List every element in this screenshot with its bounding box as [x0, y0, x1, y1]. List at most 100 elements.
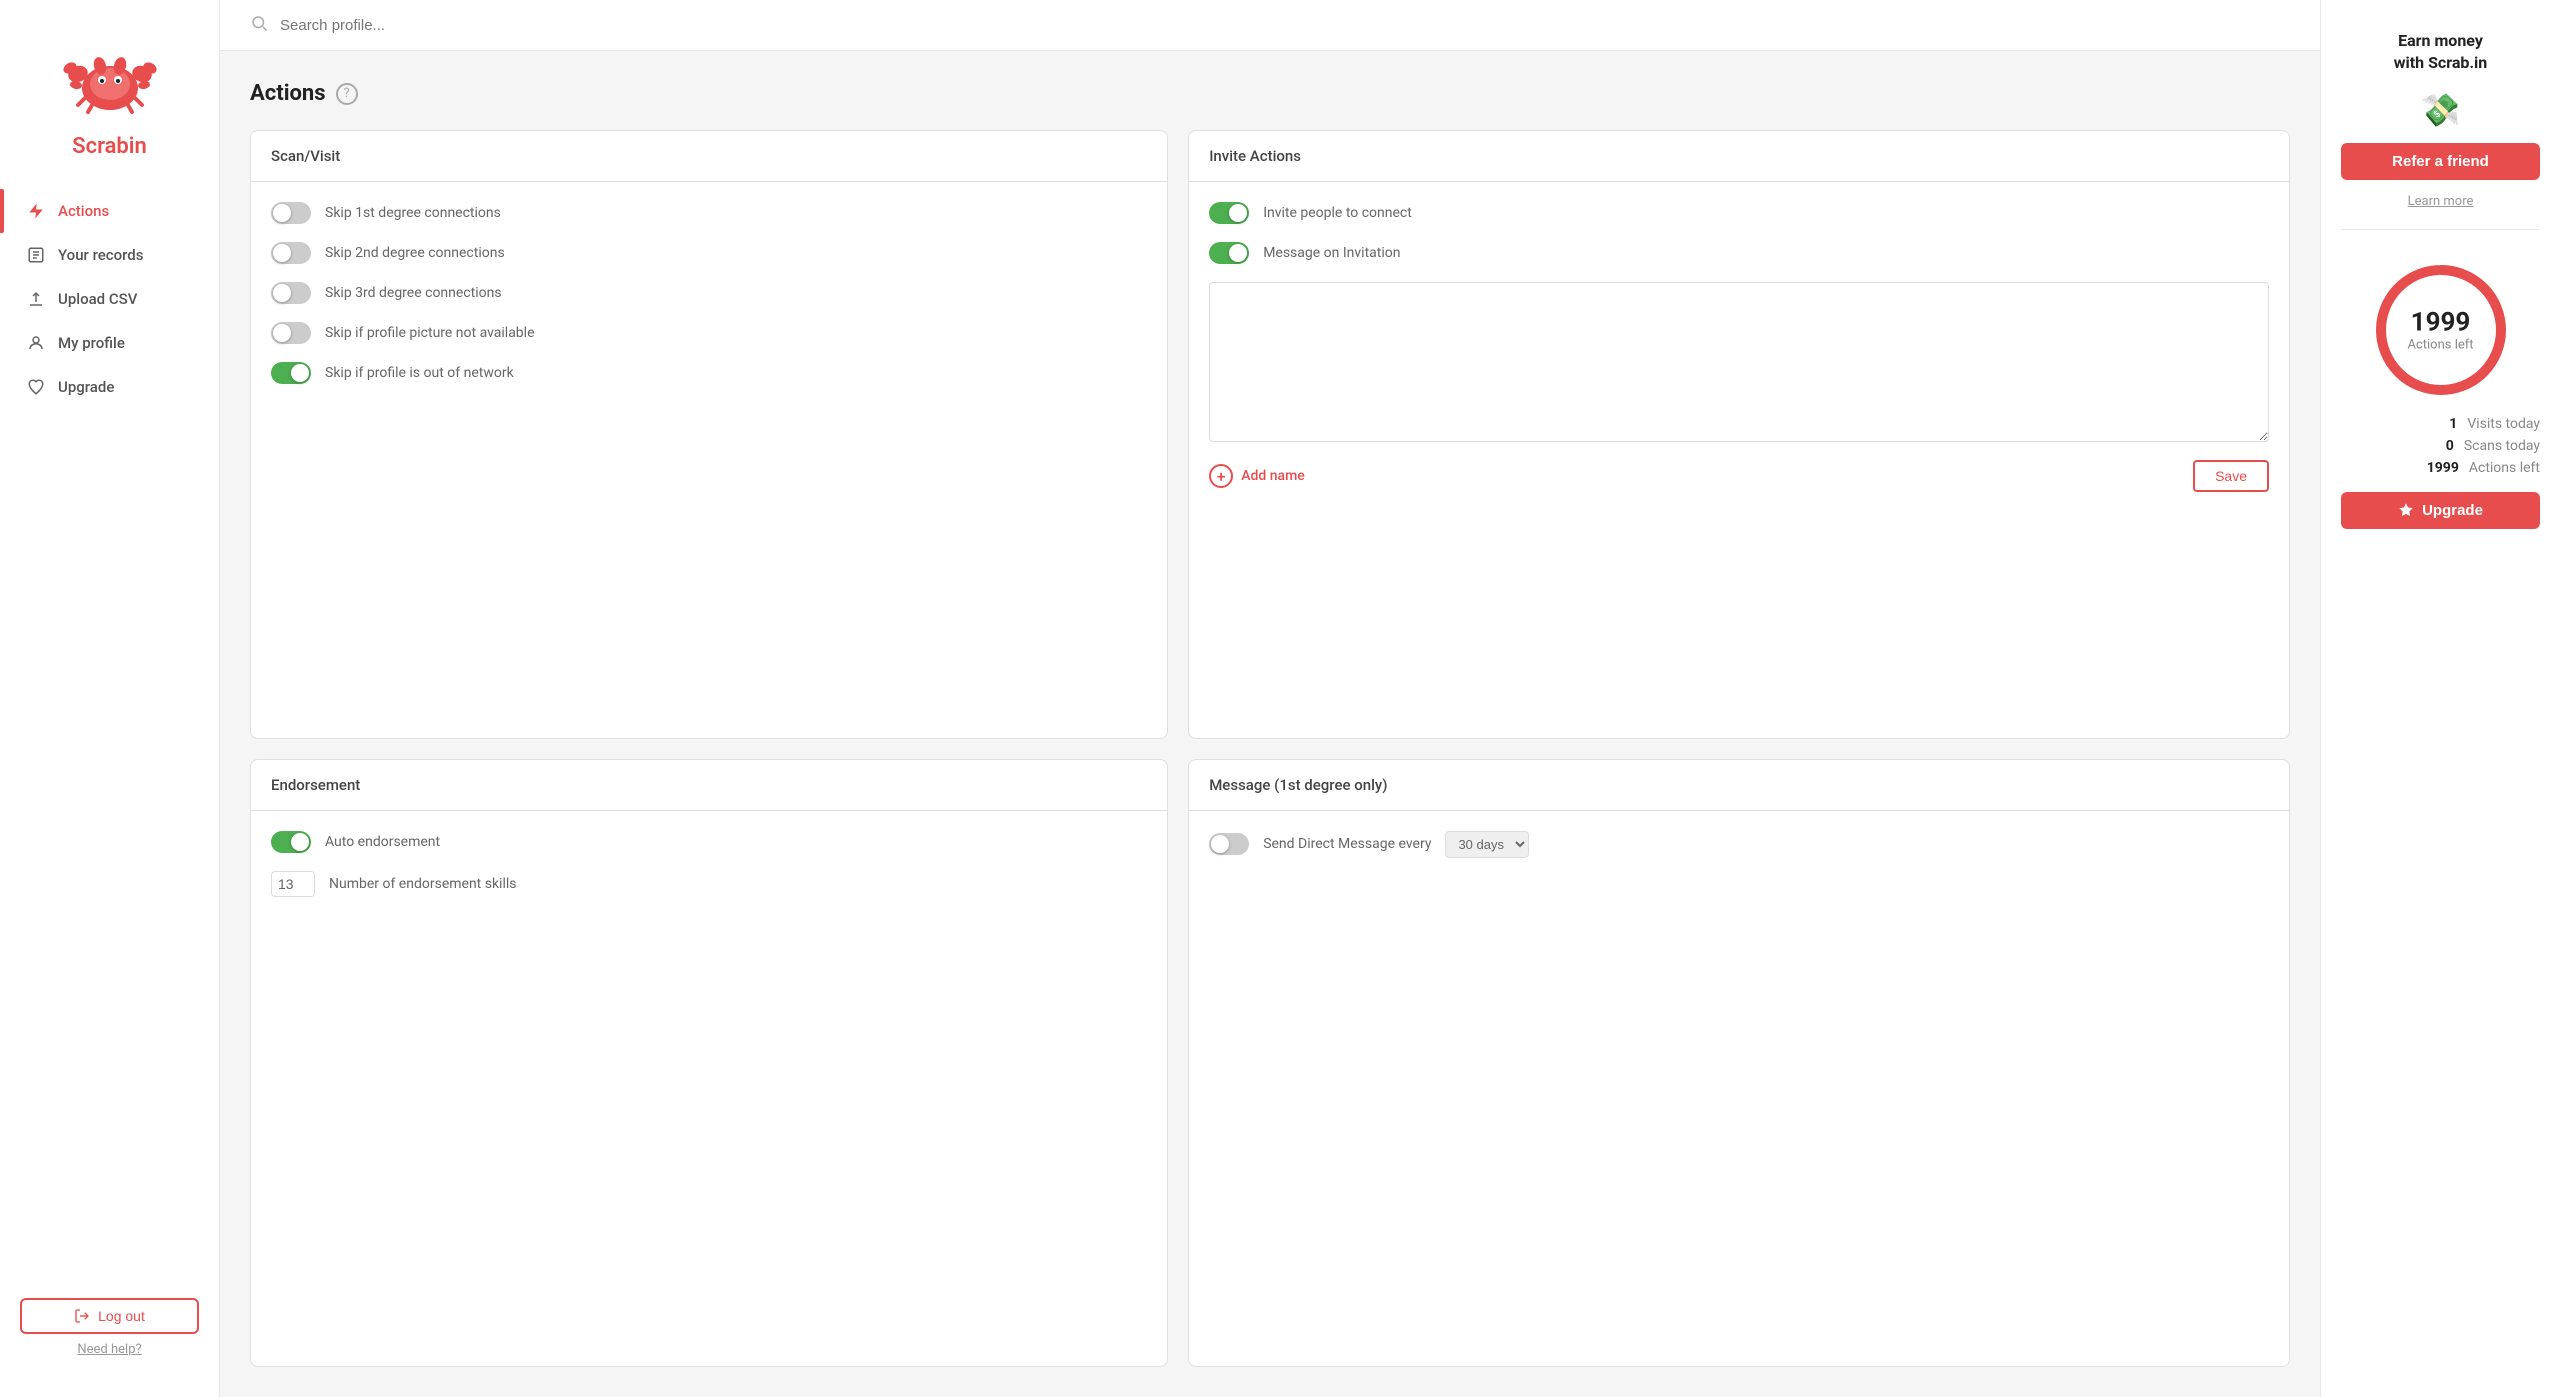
learn-more-link[interactable]: Learn more — [2408, 194, 2474, 209]
search-bar — [220, 0, 2320, 51]
sidebar-item-upgrade[interactable]: Upgrade — [10, 365, 209, 409]
visits-value: 1 — [2417, 416, 2457, 432]
sidebar-label-upgrade: Upgrade — [58, 378, 114, 396]
scan-visit-header: Scan/Visit — [251, 131, 1167, 182]
message-invitation-switch[interactable] — [1209, 242, 1249, 264]
sidebar-item-actions[interactable]: Actions — [10, 189, 209, 233]
stat-visits: 1 Visits today — [2341, 416, 2540, 432]
sidebar-item-profile[interactable]: My profile — [10, 321, 209, 365]
sidebar-label-records: Your records — [58, 246, 143, 264]
sidebar-label-actions: Actions — [58, 202, 109, 220]
message-card: Message (1st degree only) Send Direct Me… — [1188, 759, 2290, 1368]
toggle-skip-network-label: Skip if profile is out of network — [325, 365, 514, 381]
actions-number: 1999 — [2407, 307, 2473, 337]
scan-visit-body: Skip 1st degree connections Skip 2nd deg… — [251, 182, 1167, 404]
invite-actions-header: Invite Actions — [1189, 131, 2289, 182]
visits-label: Visits today — [2467, 416, 2540, 432]
sidebar-label-upload: Upload CSV — [58, 290, 137, 308]
scans-label: Scans today — [2464, 438, 2540, 454]
cards-row: Scan/Visit Skip 1st degree connections — [250, 130, 2290, 1367]
money-emoji: 💸 — [2341, 91, 2540, 129]
actions-counter: 1999 Actions left 1 Visits today 0 Scans… — [2341, 250, 2540, 529]
days-select[interactable]: 30 days 7 days 14 days — [1445, 831, 1529, 858]
toggle-skip-network: Skip if profile is out of network — [271, 362, 1147, 384]
help-icon[interactable]: ? — [336, 83, 358, 105]
scan-visit-card: Scan/Visit Skip 1st degree connections — [250, 130, 1168, 739]
auto-endorsement-label: Auto endorsement — [325, 834, 440, 850]
need-help-link[interactable]: Need help? — [77, 1342, 141, 1357]
toggle-skip-2nd: Skip 2nd degree connections — [271, 242, 1147, 264]
app-name: Scrabin — [72, 134, 147, 159]
stat-actions: 1999 Actions left — [2341, 460, 2540, 476]
sidebar-item-records[interactable]: Your records — [10, 233, 209, 277]
records-icon — [26, 245, 46, 265]
invite-connect-switch[interactable] — [1209, 202, 1249, 224]
endorsement-num-label: Number of endorsement skills — [329, 876, 516, 892]
endorsement-body: Auto endorsement Number of endorsement s… — [251, 811, 1167, 917]
add-name-label: Add name — [1241, 468, 1305, 484]
page-header: Actions ? — [250, 81, 2290, 106]
sidebar: Scrabin Actions Your records Upload CSV — [0, 0, 220, 1397]
page-title: Actions — [250, 81, 326, 106]
upgrade-label: Upgrade — [2422, 502, 2483, 519]
actions-circle: 1999 Actions left — [2371, 260, 2511, 400]
upgrade-button[interactable]: Upgrade — [2341, 492, 2540, 529]
actions-label: Actions left — [2407, 337, 2473, 352]
toggle-skip-network-switch[interactable] — [271, 362, 311, 384]
invite-connect-label: Invite people to connect — [1263, 205, 1412, 221]
toggle-skip-nopic: Skip if profile picture not available — [271, 322, 1147, 344]
main-content: Actions ? Scan/Visit — [220, 0, 2320, 1397]
actions-left-value: 1999 — [2419, 460, 2459, 476]
toggle-skip-1st: Skip 1st degree connections — [271, 202, 1147, 224]
message-invitation-row: Message on Invitation — [1209, 242, 2269, 264]
right-panel: Earn moneywith Scrab.in 💸 Refer a friend… — [2320, 0, 2560, 1397]
heart-icon — [26, 377, 46, 397]
invite-actions-card: Invite Actions Invite people to connect — [1188, 130, 2290, 739]
toggle-skip-nopic-switch[interactable] — [271, 322, 311, 344]
nav-items: Actions Your records Upload CSV My profi… — [0, 189, 219, 1278]
add-name-button[interactable]: + Add name — [1209, 464, 1305, 488]
toggle-skip-nopic-label: Skip if profile picture not available — [325, 325, 535, 341]
endorsement-num-row: Number of endorsement skills — [271, 871, 1147, 897]
sidebar-bottom: Log out Need help? — [0, 1278, 219, 1377]
upload-icon — [26, 289, 46, 309]
circle-text: 1999 Actions left — [2407, 307, 2473, 352]
earn-title: Earn moneywith Scrab.in — [2341, 30, 2540, 75]
toggle-skip-3rd-switch[interactable] — [271, 282, 311, 304]
search-input[interactable] — [280, 17, 580, 34]
star-icon — [2398, 502, 2414, 518]
message-header: Message (1st degree only) — [1189, 760, 2289, 811]
logo-icon — [60, 30, 160, 130]
logout-icon — [74, 1308, 90, 1324]
auto-endorsement-row: Auto endorsement — [271, 831, 1147, 853]
invite-connect-row: Invite people to connect — [1209, 202, 2269, 224]
save-button[interactable]: Save — [2193, 460, 2269, 492]
logout-label: Log out — [98, 1308, 145, 1324]
toggle-skip-2nd-label: Skip 2nd degree connections — [325, 245, 505, 261]
refer-button[interactable]: Refer a friend — [2341, 143, 2540, 180]
send-message-switch[interactable] — [1209, 833, 1249, 855]
toggle-skip-3rd: Skip 3rd degree connections — [271, 282, 1147, 304]
content-area: Actions ? Scan/Visit — [220, 51, 2320, 1397]
add-name-plus-icon: + — [1209, 464, 1233, 488]
toggle-skip-2nd-switch[interactable] — [271, 242, 311, 264]
scans-value: 0 — [2414, 438, 2454, 454]
logo-area: Scrabin — [0, 20, 219, 189]
endorsement-card: Endorsement Auto endorsement — [250, 759, 1168, 1368]
toggle-skip-1st-label: Skip 1st degree connections — [325, 205, 501, 221]
send-message-row: Send Direct Message every 30 days 7 days… — [1209, 831, 2269, 858]
endorsement-header: Endorsement — [251, 760, 1167, 811]
logout-button[interactable]: Log out — [20, 1298, 199, 1334]
message-body: Send Direct Message every 30 days 7 days… — [1189, 811, 2289, 878]
auto-endorsement-switch[interactable] — [271, 831, 311, 853]
invite-actions-row: + Add name Save — [1209, 460, 2269, 492]
invite-actions-body: Invite people to connect Message on Invi… — [1189, 182, 2289, 512]
sidebar-item-upload[interactable]: Upload CSV — [10, 277, 209, 321]
search-icon — [250, 14, 268, 36]
stat-scans: 0 Scans today — [2341, 438, 2540, 454]
message-invitation-label: Message on Invitation — [1263, 245, 1400, 261]
toggle-skip-1st-switch[interactable] — [271, 202, 311, 224]
person-icon — [26, 333, 46, 353]
endorsement-num-input[interactable] — [271, 871, 315, 897]
invite-textarea[interactable] — [1209, 282, 2269, 442]
